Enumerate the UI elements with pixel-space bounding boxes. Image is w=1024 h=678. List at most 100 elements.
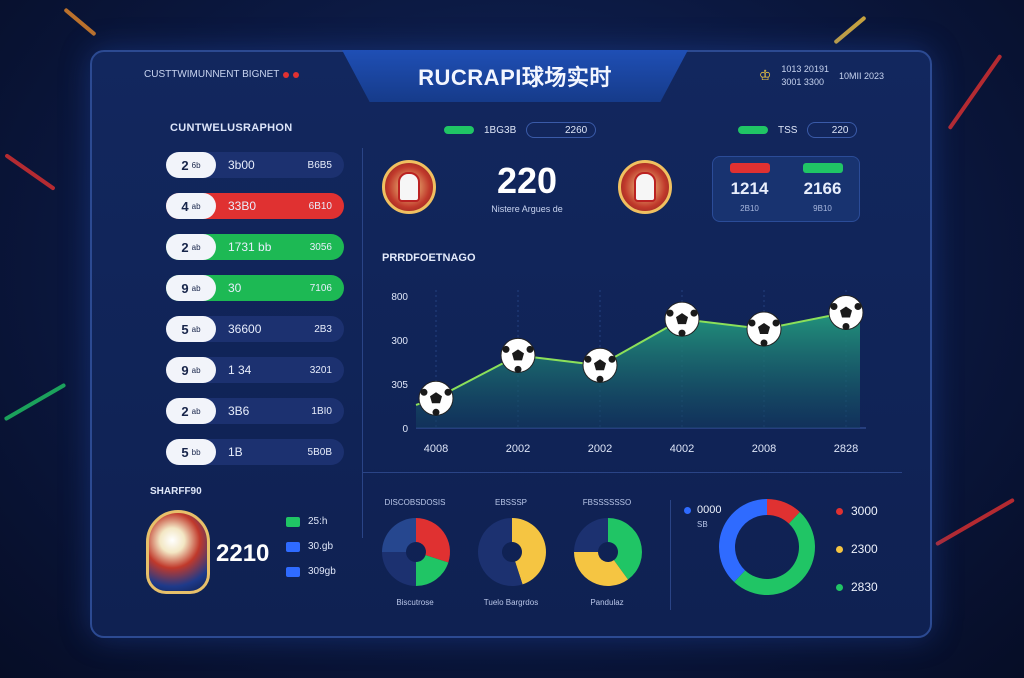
stat-card[interactable]: 1214 2B10 2166 9B10 [712,156,860,222]
x-tick-label: 2002 [588,443,612,455]
y-tick-label: 305 [391,380,408,391]
rank-score: 5B0B [307,446,332,458]
rank-score: 2B3 [314,323,332,335]
stat-value: 2166 [803,179,842,198]
header-info-line: 3001 3300 [781,77,824,87]
live-dot-icon [283,71,290,78]
match-score[interactable]: 220 Nistere Argues de [382,152,672,222]
donut-footer: Tuelo Bargrdos [483,598,539,607]
live-dot-icon [293,71,300,78]
main-donut-chart [719,499,815,595]
legend-swatch [286,566,300,577]
rank-value: 33B0 [228,199,257,213]
ranking-row[interactable]: 9 ab 1 34 3201 [166,357,344,383]
legend-item: 2830 [836,580,878,594]
bg-streak [935,497,1015,547]
ranking-row[interactable]: 5 ab 36600 2B3 [166,316,344,342]
rank-badge: 9 ab [166,357,216,383]
ranking-row[interactable]: 9 ab 30 7106 [166,275,344,301]
header-info-line: 10MII 2023 [838,70,884,81]
trophy-value: 2210 [216,540,270,567]
chart-title: PRRDFOETNAGO [382,252,476,264]
rank-value: 36600 [228,322,262,336]
performance-chart: PRRDFOETNAGO 0 305 300 800 4008 2002 2002 4002 2… [376,252,896,462]
team-crest-home [382,160,436,214]
rank-badge: 2 ab [166,234,216,260]
progress-fill [444,126,474,134]
stat-tag-green [802,163,843,173]
rank-value: 3B6 [228,404,250,418]
data-point-ball-icon [582,347,618,383]
donut-title: FBSSSSSSO [582,498,632,507]
rank-value: 1731 bb [228,240,272,254]
ranking-row[interactable]: 2 ab 1731 bb 3056 [166,234,344,260]
rank-value: 1 34 [228,363,252,377]
ranking-row[interactable]: 2 ab 3B6 1BI0 [166,398,344,424]
rank-badge: 2 6b [166,152,216,178]
left-progress: 1BG3B 2260 [444,122,597,138]
stat-value: 1214 [730,179,769,198]
divider [362,148,363,538]
x-tick-label: 2002 [506,443,530,455]
bg-streak [4,153,56,191]
legend-dot [836,583,843,591]
y-tick-label: 300 [391,336,408,347]
donut-title: DISCOBSDOSIS [384,498,446,507]
y-tick-label: 0 [402,424,408,435]
divider [362,472,902,473]
dashboard-panel: CUSTTWIMUNNENT BIGNET RUCRAPI球场实时 ♔ 1013… [90,50,932,638]
page-title: RUCRAPI球场实时 [418,65,612,90]
progress-fill [738,126,768,134]
brand-label: CUSTTWIMUNNENT BIGNET [144,69,300,80]
donut-slice [382,518,416,552]
donut-slice [382,552,416,586]
legend-dot [836,545,843,553]
data-point-ball-icon [828,295,864,330]
legend-item: 25:h [286,516,336,527]
donut-title: EBSSSP [494,498,527,507]
donut-slice [416,518,450,563]
x-tick-label: 2008 [752,443,776,455]
data-point-ball-icon [500,337,536,373]
donut-slice [574,518,608,552]
area-chart-svg: 0 305 300 800 4008 2002 2002 4002 2008 2828 [391,290,866,455]
legend-item: 30.gb [286,541,336,552]
x-tick-label: 2828 [834,443,858,455]
legend-item: 2300 [836,542,878,556]
rank-badge: 9 ab [166,275,216,301]
stat-tag-red [729,163,770,173]
main-donut-slice [719,499,767,582]
header-info: ♔ 1013 20191 3001 3300 10MII 2023 [759,64,884,87]
rankings-title: CUNTWELUSRAPHON [170,122,293,134]
trophy-icon: ♔ [758,67,772,83]
data-point-ball-icon [746,311,782,347]
rank-score: 1BI0 [311,405,332,417]
title-tab[interactable]: RUCRAPI球场实时 [342,50,688,102]
data-point-ball-icon [418,380,454,416]
bg-streak [3,382,67,422]
rank-value: 1B [228,445,243,459]
main-donut-legend: 3000 2300 2830 [836,504,878,594]
progress-value: 2260 [526,122,597,138]
right-progress: TSS 220 [738,122,858,138]
trophy-legend: 25:h 30.gb 309gb [286,516,336,577]
rank-score: B6B5 [307,159,332,171]
ranking-row[interactable]: 4 ab 33B0 6B10 [166,193,344,219]
x-tick-label: 4002 [670,443,694,455]
x-tick-label: 4008 [424,443,448,455]
rank-score: 7106 [309,282,332,294]
bg-streak [947,53,1003,131]
donut-charts [382,518,642,586]
rank-score: 3056 [309,241,332,253]
y-tick-label: 800 [391,292,408,303]
score-value: 220 [496,160,558,201]
bg-streak [833,15,867,45]
ranking-row[interactable]: 2 6b 3b00 B6B5 [166,152,344,178]
trophy-title: SHARFF90 [150,486,202,497]
progress-label: TSS [778,124,798,136]
donut-footer: Biscutrose [396,598,434,607]
legend-item: 3000 [836,504,878,518]
legend-swatch [286,541,300,552]
progress-label: 1BG3B [484,124,517,136]
ranking-row[interactable]: 5 bb 1B 5B0B [166,439,344,465]
